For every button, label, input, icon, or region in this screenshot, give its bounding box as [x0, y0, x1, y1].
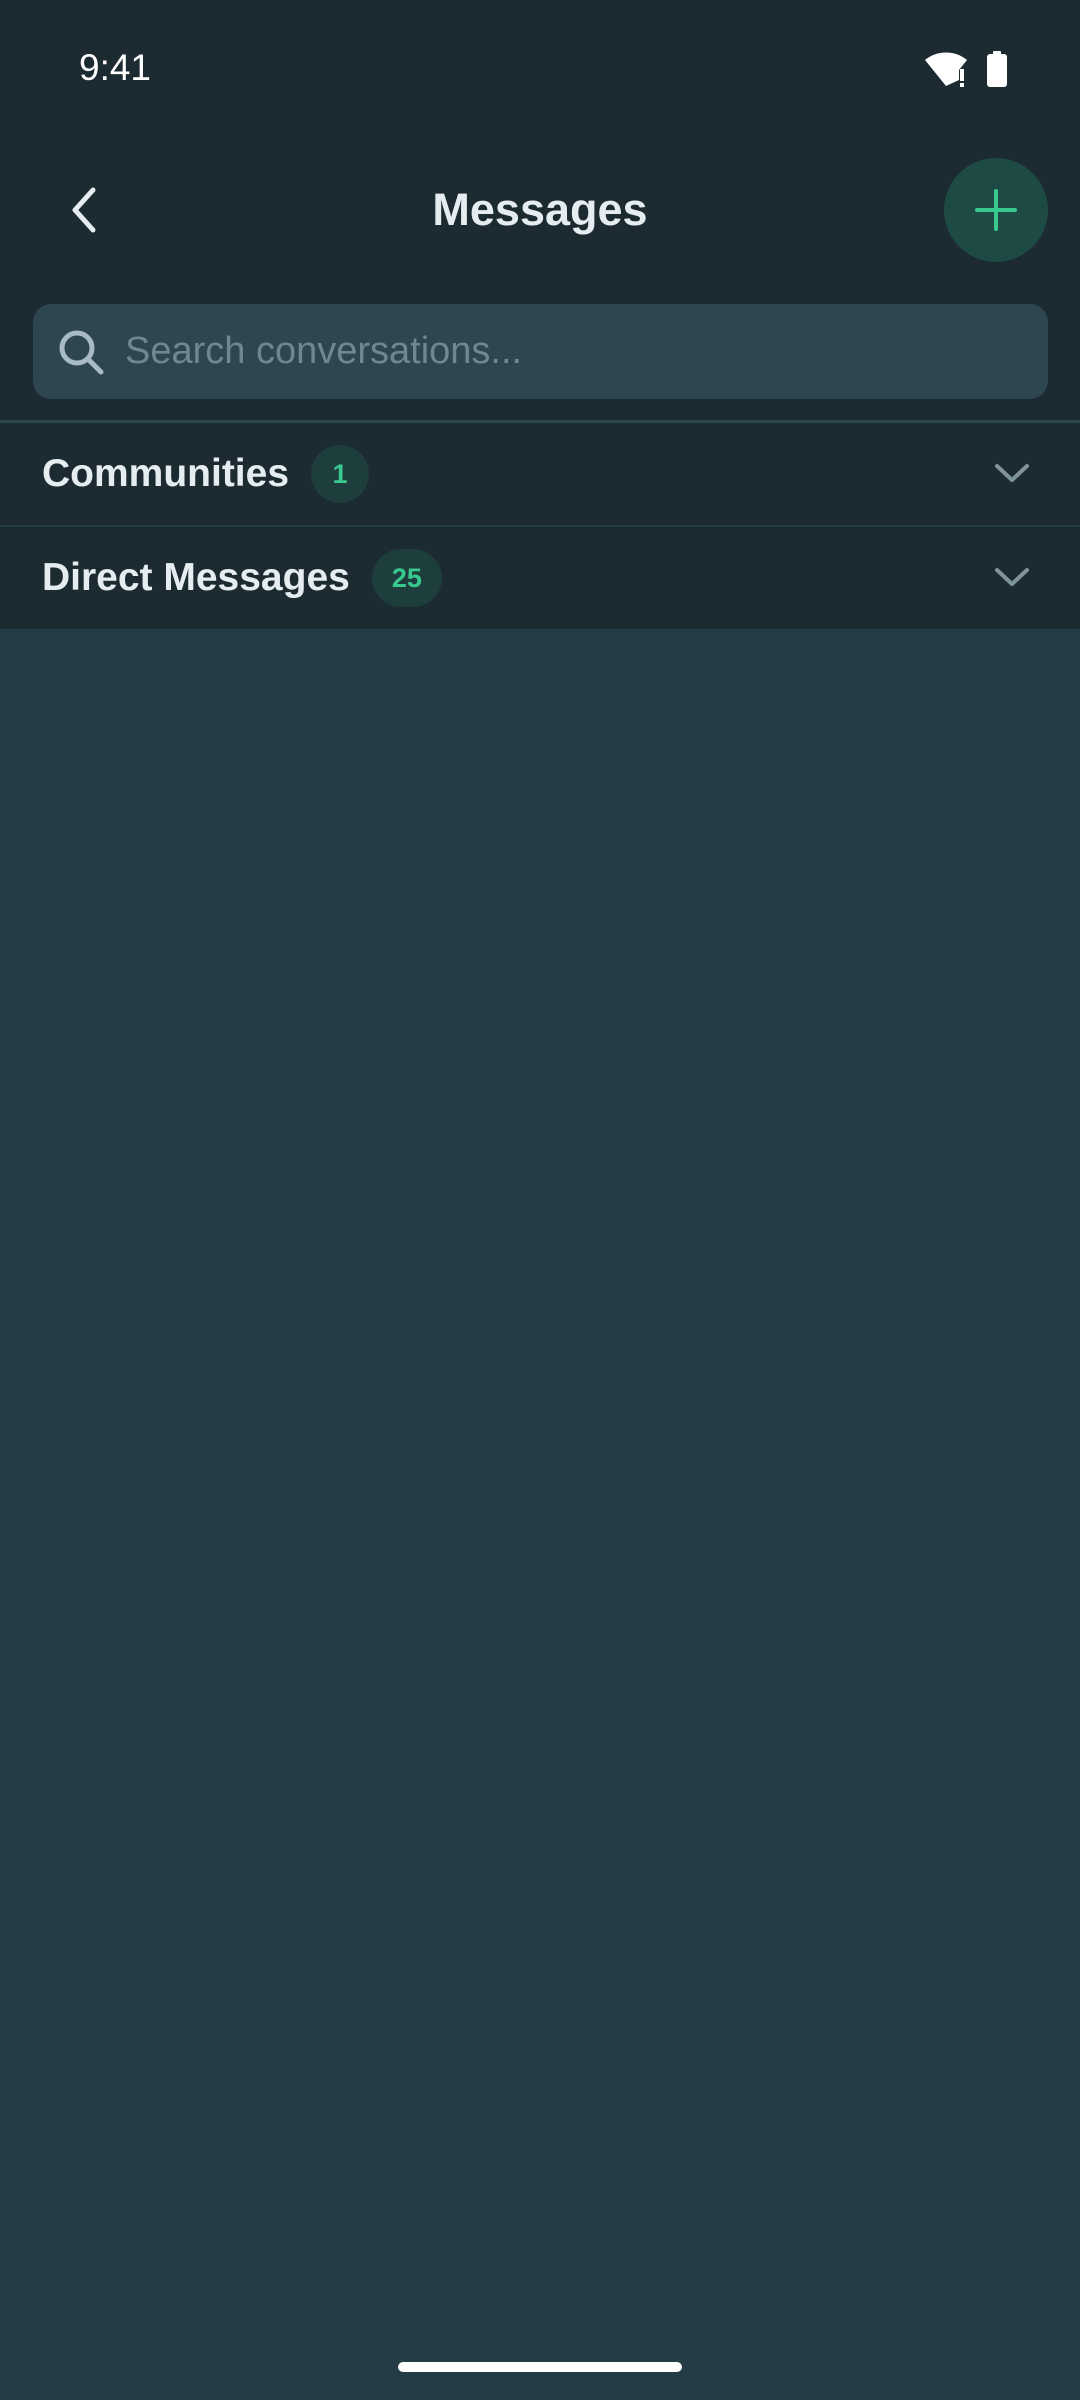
search-bar[interactable] [33, 304, 1048, 399]
app-header: Messages [0, 150, 1080, 270]
section-direct-messages[interactable]: Direct Messages 25 [0, 527, 1080, 629]
status-icons [924, 49, 1008, 89]
section-title: Communities [42, 452, 290, 495]
section-communities[interactable]: Communities 1 [0, 423, 1080, 526]
chevron-down-icon[interactable] [992, 557, 1032, 597]
home-indicator[interactable] [398, 2362, 682, 2372]
status-bar: 9:41 [0, 0, 1080, 134]
count-badge: 25 [371, 549, 442, 607]
chevron-down-icon[interactable] [992, 453, 1032, 493]
section-title: Direct Messages [42, 556, 350, 599]
new-message-button[interactable] [944, 158, 1048, 262]
search-input[interactable] [125, 304, 1025, 399]
search-icon [59, 330, 104, 375]
messages-screen: 9:41 Messages Search conversations... Co… [0, 0, 1080, 2400]
battery-icon [987, 51, 1007, 87]
status-time: 9:41 [79, 47, 152, 88]
page-title: Messages [432, 184, 648, 235]
count-badge: 1 [311, 445, 370, 503]
wifi-icon [925, 52, 967, 87]
plus-icon [975, 189, 1017, 231]
